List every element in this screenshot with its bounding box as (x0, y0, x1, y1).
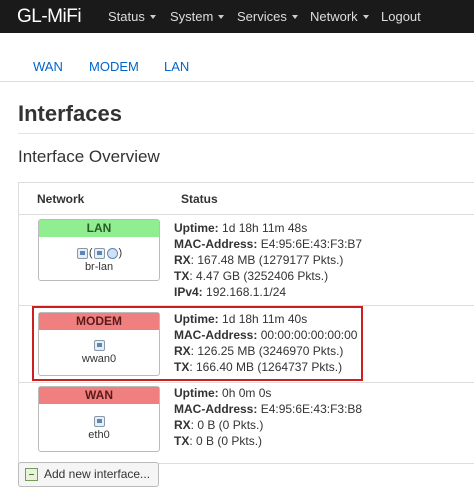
status-label: TX (174, 434, 190, 448)
status-line: Uptime: 0h 0m 0s (174, 385, 362, 401)
ethernet-icon (93, 247, 105, 259)
interface-box-wan[interactable]: WAN eth0 (38, 386, 160, 452)
menu-services[interactable]: Services (237, 9, 298, 24)
row-divider (18, 382, 474, 383)
status-line: MAC-Address: E4:95:6E:43:F3:B7 (174, 236, 362, 252)
status-value: : 4.47 GB (3252406 Pkts.) (189, 269, 329, 283)
chevron-down-icon (218, 15, 225, 19)
highlight-box (32, 306, 363, 381)
interface-device-wan: eth0 (88, 429, 110, 441)
status-value: 1d 18h 11m 48s (222, 221, 308, 235)
ethernet-icon (93, 415, 105, 427)
status-label: TX (174, 269, 190, 283)
divider (18, 133, 474, 134)
chevron-down-icon (291, 15, 298, 19)
status-label: RX (174, 253, 191, 267)
interface-tabs: WAN MODEM LAN (0, 50, 474, 82)
interface-name-lan: LAN (39, 220, 159, 237)
add-interface-label: Add new interface... (44, 467, 151, 481)
status-line: MAC-Address: E4:95:6E:43:F3:B8 (174, 401, 362, 417)
status-label: Uptime: (174, 386, 219, 400)
row-divider (18, 214, 474, 215)
status-value: : 0 B (0 Pkts.) (190, 418, 264, 432)
interface-icons: () (39, 237, 159, 259)
menu-status[interactable]: Status (108, 9, 156, 24)
chevron-down-icon (362, 15, 369, 19)
status-label: MAC-Address: (174, 402, 258, 416)
add-icon (25, 468, 38, 481)
status-label: RX (174, 418, 191, 432)
status-line: RX: 167.48 MB (1279177 Pkts.) (174, 252, 362, 268)
status-value: E4:95:6E:43:F3:B7 (260, 237, 363, 251)
status-value: : 167.48 MB (1279177 Pkts.) (190, 253, 344, 267)
status-line: Uptime: 1d 18h 11m 48s (174, 220, 362, 236)
status-line: TX: 0 B (0 Pkts.) (174, 433, 362, 449)
status-line: IPv4: 192.168.1.1/24 (174, 284, 362, 300)
add-interface-button[interactable]: Add new interface... (18, 462, 159, 487)
status-lan: Uptime: 1d 18h 11m 48s MAC-Address: E4:9… (174, 220, 362, 300)
status-label: MAC-Address: (174, 237, 258, 251)
status-value: 0h 0m 0s (222, 386, 272, 400)
status-line: TX: 4.47 GB (3252406 Pkts.) (174, 268, 362, 284)
menu-network-label: Network (310, 9, 358, 24)
interface-icons (39, 404, 159, 427)
column-header-status: Status (181, 192, 218, 206)
column-header-network: Network (37, 192, 85, 206)
wireless-icon (106, 247, 118, 259)
interface-name-wan: WAN (39, 387, 159, 404)
status-label: Uptime: (174, 221, 219, 235)
bridge-icon (76, 247, 88, 259)
brand-logo[interactable]: GL-MiFi (17, 6, 82, 28)
interface-device-lan: br-lan (84, 261, 114, 274)
menu-status-label: Status (108, 9, 145, 24)
status-line: RX: 0 B (0 Pkts.) (174, 417, 362, 433)
top-navbar: GL-MiFi Status System Services Network L… (0, 0, 474, 33)
menu-system[interactable]: System (170, 9, 225, 24)
tab-wan[interactable]: WAN (33, 59, 63, 74)
interface-box-lan[interactable]: LAN () br-lan (38, 219, 160, 281)
page-title: Interfaces (18, 101, 122, 126)
chevron-down-icon (149, 15, 156, 19)
status-value: E4:95:6E:43:F3:B8 (260, 402, 363, 416)
status-label: IPv4: (174, 285, 203, 299)
menu-network[interactable]: Network (310, 9, 369, 24)
section-title: Interface Overview (18, 147, 160, 166)
status-value: 192.168.1.1/24 (206, 285, 287, 299)
status-wan: Uptime: 0h 0m 0s MAC-Address: E4:95:6E:4… (174, 385, 362, 449)
tab-modem[interactable]: MODEM (89, 59, 139, 74)
tab-lan[interactable]: LAN (164, 59, 189, 74)
status-value: : 0 B (0 Pkts.) (189, 434, 263, 448)
menu-services-label: Services (237, 9, 287, 24)
menu-system-label: System (170, 9, 214, 24)
logout-link[interactable]: Logout (381, 9, 421, 24)
